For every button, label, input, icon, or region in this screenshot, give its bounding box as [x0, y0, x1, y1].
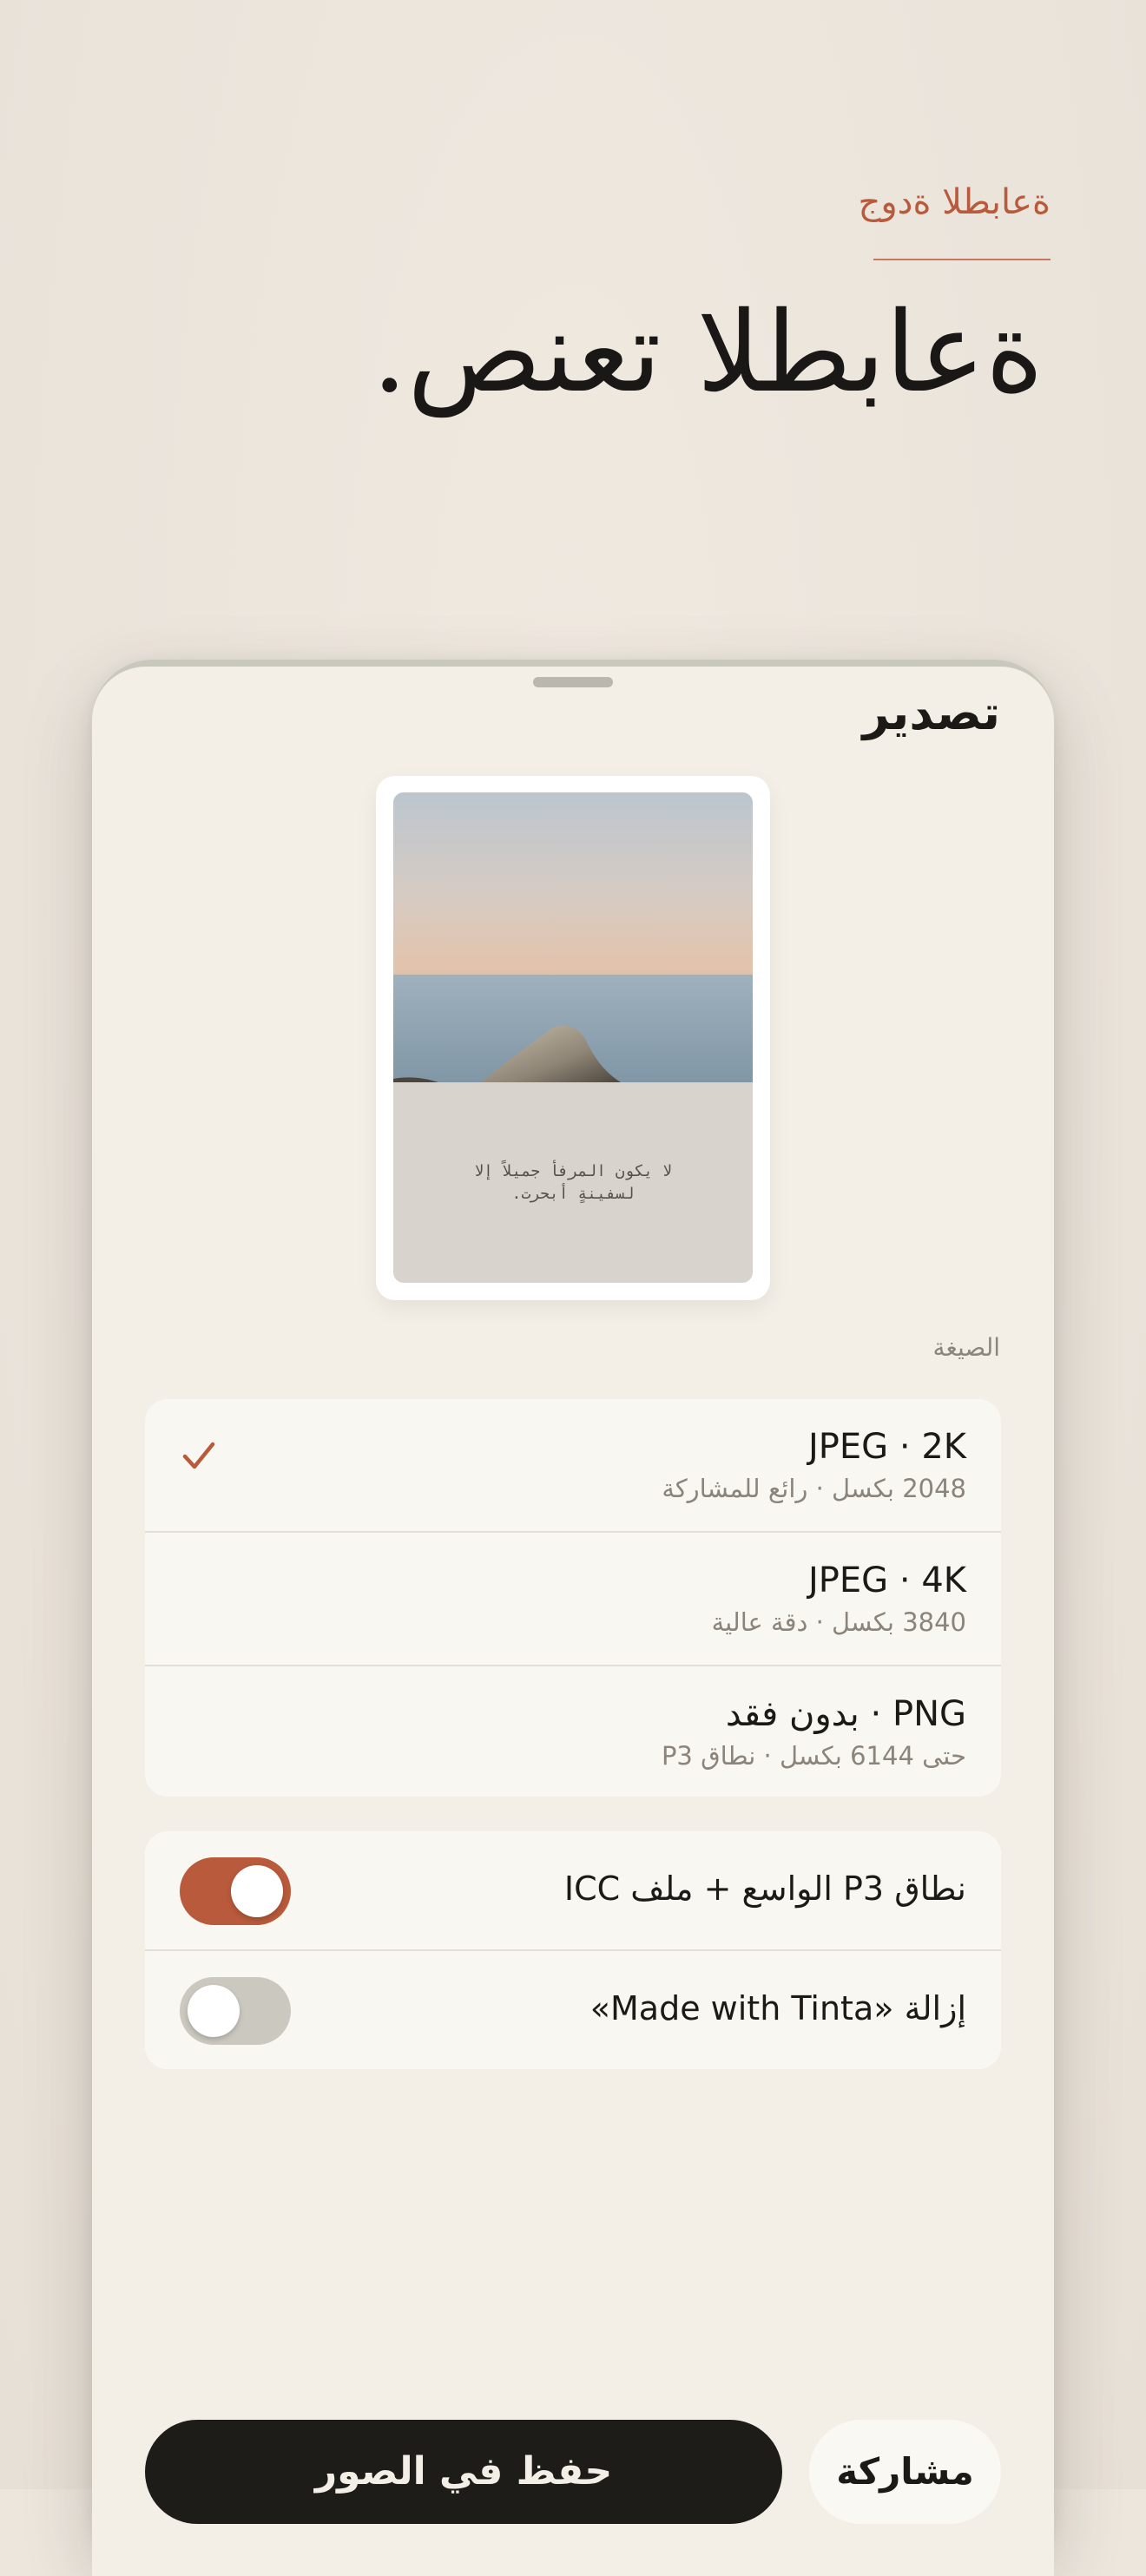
format-list: JPEG · 2K 2048 بكسل · رائع للمشاركة JPEG… [145, 1399, 1001, 1797]
page-headline: ةعابطلا تعنص. [372, 288, 1044, 417]
share-button[interactable]: مشاركة [809, 2420, 1001, 2524]
toggle-knob [188, 1985, 240, 2037]
preview-caption-line: لسفينةٍ أبحرت. [511, 1185, 635, 1203]
format-option-png-lossless[interactable]: PNG · بدون فقد حتى 6144 بكسل · نطاق P3 [145, 1666, 1001, 1798]
toggle-label: نطاق P3 الواسع + ملف ICC [563, 1870, 966, 1908]
save-to-photos-button[interactable]: حفظ في الصور [145, 2420, 782, 2524]
format-option-subtitle: حتى 6144 بكسل · نطاق P3 [661, 1741, 966, 1771]
eyebrow-divider [873, 259, 1050, 260]
format-option-subtitle: 2048 بكسل · رائع للمشاركة [662, 1474, 966, 1503]
p3-icc-toggle[interactable] [180, 1857, 291, 1925]
format-option-title: JPEG · 4K [807, 1561, 966, 1600]
sheet-grabber[interactable] [533, 677, 613, 687]
options-list: نطاق P3 الواسع + ملف ICC إزالة «Made wit… [145, 1831, 1001, 2069]
eyebrow-label: ةعابطلا ةدوج [858, 182, 1050, 222]
format-option-subtitle: 3840 بكسل · دقة عالية [711, 1607, 966, 1637]
toggle-label: إزالة «Made with Tinta» [589, 1989, 966, 2027]
format-option-jpeg-4k[interactable]: JPEG · 4K 3840 بكسل · دقة عالية [145, 1533, 1001, 1665]
toggle-knob [231, 1865, 283, 1917]
format-option-title: PNG · بدون فقد [725, 1694, 966, 1734]
export-preview-image: لا يكون المرفأ جميلاً إلا لسفينةٍ أبحرت. [393, 792, 753, 1283]
toggle-row-remove-watermark: إزالة «Made with Tinta» [145, 1951, 1001, 2069]
seascape-photo [393, 792, 753, 1088]
toggle-row-p3-icc: نطاق P3 الواسع + ملف ICC [145, 1831, 1001, 1949]
sheet-title: تصدير [862, 686, 1000, 740]
format-option-jpeg-2k[interactable]: JPEG · 2K 2048 بكسل · رائع للمشاركة [145, 1399, 1001, 1531]
preview-caption: لا يكون المرفأ جميلاً إلا لسفينةٍ أبحرت. [393, 1160, 753, 1206]
format-section-label: الصيغة [932, 1333, 1000, 1362]
format-option-title: JPEG · 2K [807, 1427, 966, 1467]
checkmark-icon [182, 1442, 215, 1469]
remove-watermark-toggle[interactable] [180, 1977, 291, 2045]
preview-caption-line: لا يكون المرفأ جميلاً إلا [474, 1162, 672, 1180]
